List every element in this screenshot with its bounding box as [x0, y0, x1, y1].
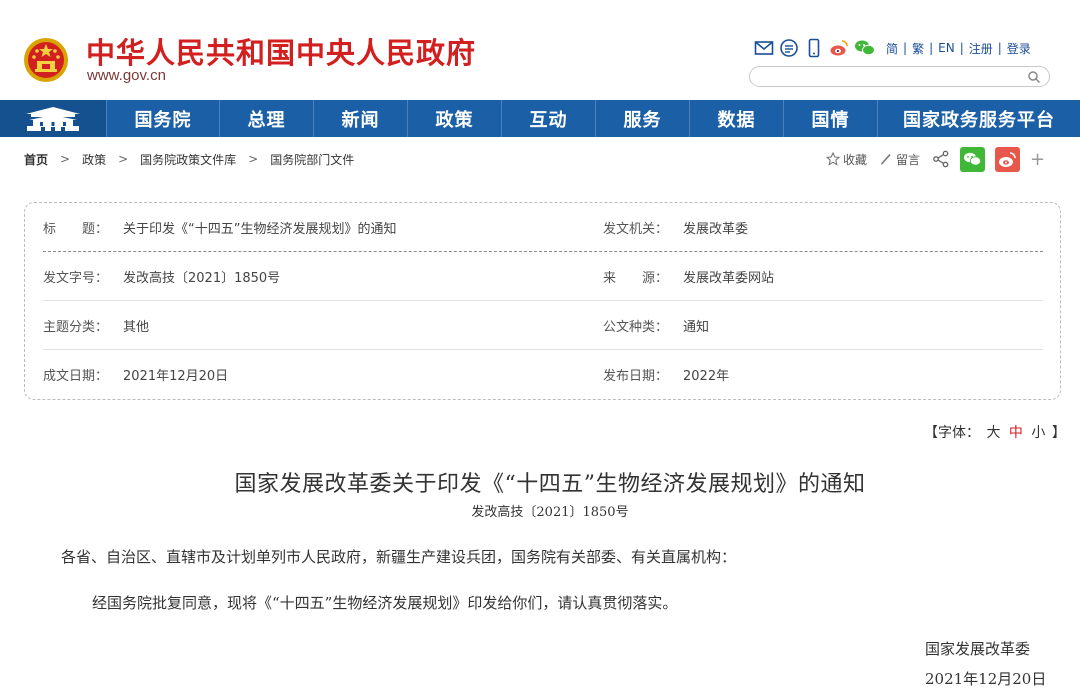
nav-home-logo[interactable]	[0, 100, 106, 137]
top-links: 简 | 繁 | EN | 注册 | 登录	[754, 37, 1036, 59]
info-row: 标 题： 关于印发《“十四五”生物经济发展规划》的通知 发文机关： 发展改革委	[43, 203, 1043, 252]
share-icon[interactable]	[932, 150, 950, 168]
font-size-suffix: 】	[1051, 425, 1066, 441]
share-wechat-button[interactable]	[960, 146, 986, 172]
breadcrumb-policy[interactable]: 政策	[82, 151, 106, 168]
lang-traditional[interactable]: 繁	[912, 40, 924, 57]
font-size-prefix: 【字体：	[924, 425, 980, 441]
comment-label: 留言	[896, 152, 921, 167]
info-label: 公文种类：	[603, 319, 669, 335]
breadcrumb-arrow: >	[248, 152, 259, 166]
separator: |	[929, 41, 934, 55]
info-value: 发改高技〔2021〕1850号	[123, 270, 281, 286]
weibo-icon[interactable]	[829, 38, 849, 58]
breadcrumb-home[interactable]: 首页	[24, 151, 48, 168]
article-date: 2021年12月20日	[925, 670, 1047, 688]
info-row: 发文字号： 发改高技〔2021〕1850号 来 源： 发展改革委网站	[43, 252, 1043, 301]
site-name[interactable]: 中华人民共和国中央人民政府	[86, 30, 476, 72]
font-size-small-button[interactable]: 小	[1031, 425, 1045, 441]
separator: |	[997, 41, 1002, 55]
search-input[interactable]	[760, 69, 1020, 84]
info-cell-written-date: 成文日期： 2021年12月20日	[43, 365, 228, 384]
breadcrumb-department-docs[interactable]: 国务院部门文件	[270, 151, 354, 168]
register-link[interactable]: 注册	[969, 40, 993, 57]
info-label: 成文日期：	[43, 369, 109, 384]
info-cell-topic: 主题分类： 其他	[43, 316, 149, 335]
national-emblem-icon[interactable]	[22, 36, 70, 84]
favorite-button[interactable]: 收藏	[826, 151, 867, 168]
breadcrumb: 首页 > 政策 > 国务院政策文件库 > 国务院部门文件	[24, 150, 354, 168]
comment-button[interactable]: 留言	[879, 151, 920, 168]
page-tools: 收藏 留言 +	[826, 146, 1045, 172]
nav-item-national-info[interactable]: 国情	[783, 100, 877, 137]
nav-item-policy[interactable]: 政策	[407, 100, 501, 137]
wechat-icon[interactable]	[854, 38, 876, 58]
info-value: 其他	[123, 319, 150, 335]
info-cell-doc-type: 公文种类： 通知	[603, 316, 709, 335]
document-info-box: 标 题： 关于印发《“十四五”生物经济发展规划》的通知 发文机关： 发展改革委 …	[24, 202, 1061, 400]
info-row: 成文日期： 2021年12月20日 发布日期： 2022年	[43, 350, 1043, 399]
info-value: 关于印发《“十四五”生物经济发展规划》的通知	[123, 221, 397, 237]
nav-item-interaction[interactable]: 互动	[501, 100, 595, 137]
info-value: 2021年12月20日	[123, 369, 229, 384]
info-cell-source: 来 源： 发展改革委网站	[603, 267, 774, 286]
nav-item-data[interactable]: 数据	[689, 100, 783, 137]
info-label: 发文机关：	[603, 221, 669, 237]
breadcrumb-policy-library[interactable]: 国务院政策文件库	[140, 151, 236, 168]
article-paragraph: 经国务院批复同意，现将《“十四五”生物经济发展规划》印发给你们，请认真贯彻落实。	[92, 594, 678, 612]
tiananmen-icon	[26, 107, 80, 131]
weibo-icon	[999, 151, 1016, 167]
nav-item-premier[interactable]: 总理	[219, 100, 313, 137]
site-domain[interactable]: www.gov.cn	[87, 67, 166, 84]
message-icon[interactable]	[779, 38, 799, 58]
favorite-label: 收藏	[843, 152, 868, 167]
nav-item-service-platform[interactable]: 国家政务服务平台	[877, 100, 1080, 137]
article-title: 国家发展改革委关于印发《“十四五”生物经济发展规划》的通知	[234, 472, 866, 497]
search-box	[749, 66, 1050, 87]
info-label: 主题分类：	[43, 319, 109, 335]
info-value: 通知	[683, 319, 710, 335]
nav-item-services[interactable]: 服务	[595, 100, 689, 137]
breadcrumb-arrow: >	[60, 152, 71, 166]
more-share-button[interactable]: +	[1030, 149, 1045, 170]
site-header: 中华人民共和国中央人民政府 www.gov.cn 简 | 繁 | EN | 注册…	[0, 0, 1080, 100]
lang-simplified[interactable]: 简	[886, 40, 898, 57]
info-value: 发展改革委	[683, 221, 749, 237]
info-cell-doc-number: 发文字号： 发改高技〔2021〕1850号	[43, 267, 280, 286]
email-icon[interactable]	[754, 38, 774, 58]
nav-item-state-council[interactable]: 国务院	[106, 100, 219, 137]
info-label: 发文字号：	[43, 270, 109, 286]
info-value: 发展改革委网站	[683, 270, 775, 286]
breadcrumb-arrow: >	[118, 152, 129, 166]
lang-english[interactable]: EN	[938, 41, 955, 55]
mobile-icon[interactable]	[804, 38, 824, 58]
nav-item-news[interactable]: 新闻	[313, 100, 407, 137]
font-size-large-button[interactable]: 大	[986, 425, 1000, 441]
main-nav: 国务院 总理 新闻 政策 互动 服务 数据 国情 国家政务服务平台	[0, 100, 1080, 137]
star-icon	[826, 152, 840, 166]
info-label: 来 源：	[603, 270, 669, 286]
info-cell-title: 标 题： 关于印发《“十四五”生物经济发展规划》的通知	[43, 218, 396, 237]
search-icon[interactable]	[1027, 70, 1041, 84]
separator: |	[959, 41, 964, 55]
login-link[interactable]: 登录	[1007, 40, 1031, 57]
article-doc-number: 发改高技〔2021〕1850号	[471, 505, 629, 520]
info-value: 2022年	[683, 369, 730, 384]
share-weibo-button[interactable]	[995, 146, 1021, 172]
font-size-switcher: 【字体： 大 中 小 】	[924, 422, 1066, 442]
article-paragraph: 各省、自治区、直辖市及计划单列市人民政府，新疆生产建设兵团，国务院有关部委、有关…	[61, 548, 737, 566]
info-cell-issuer: 发文机关： 发展改革委	[603, 218, 748, 237]
separator: |	[903, 41, 908, 55]
info-cell-publish-date: 发布日期： 2022年	[603, 365, 729, 384]
font-size-medium-button[interactable]: 中	[1009, 425, 1023, 441]
pencil-icon	[880, 153, 891, 165]
info-label: 标 题：	[43, 221, 109, 237]
article-signature: 国家发展改革委	[925, 640, 1031, 658]
wechat-icon	[964, 152, 982, 166]
info-row: 主题分类： 其他 公文种类： 通知	[43, 301, 1043, 350]
info-label: 发布日期：	[603, 369, 669, 384]
